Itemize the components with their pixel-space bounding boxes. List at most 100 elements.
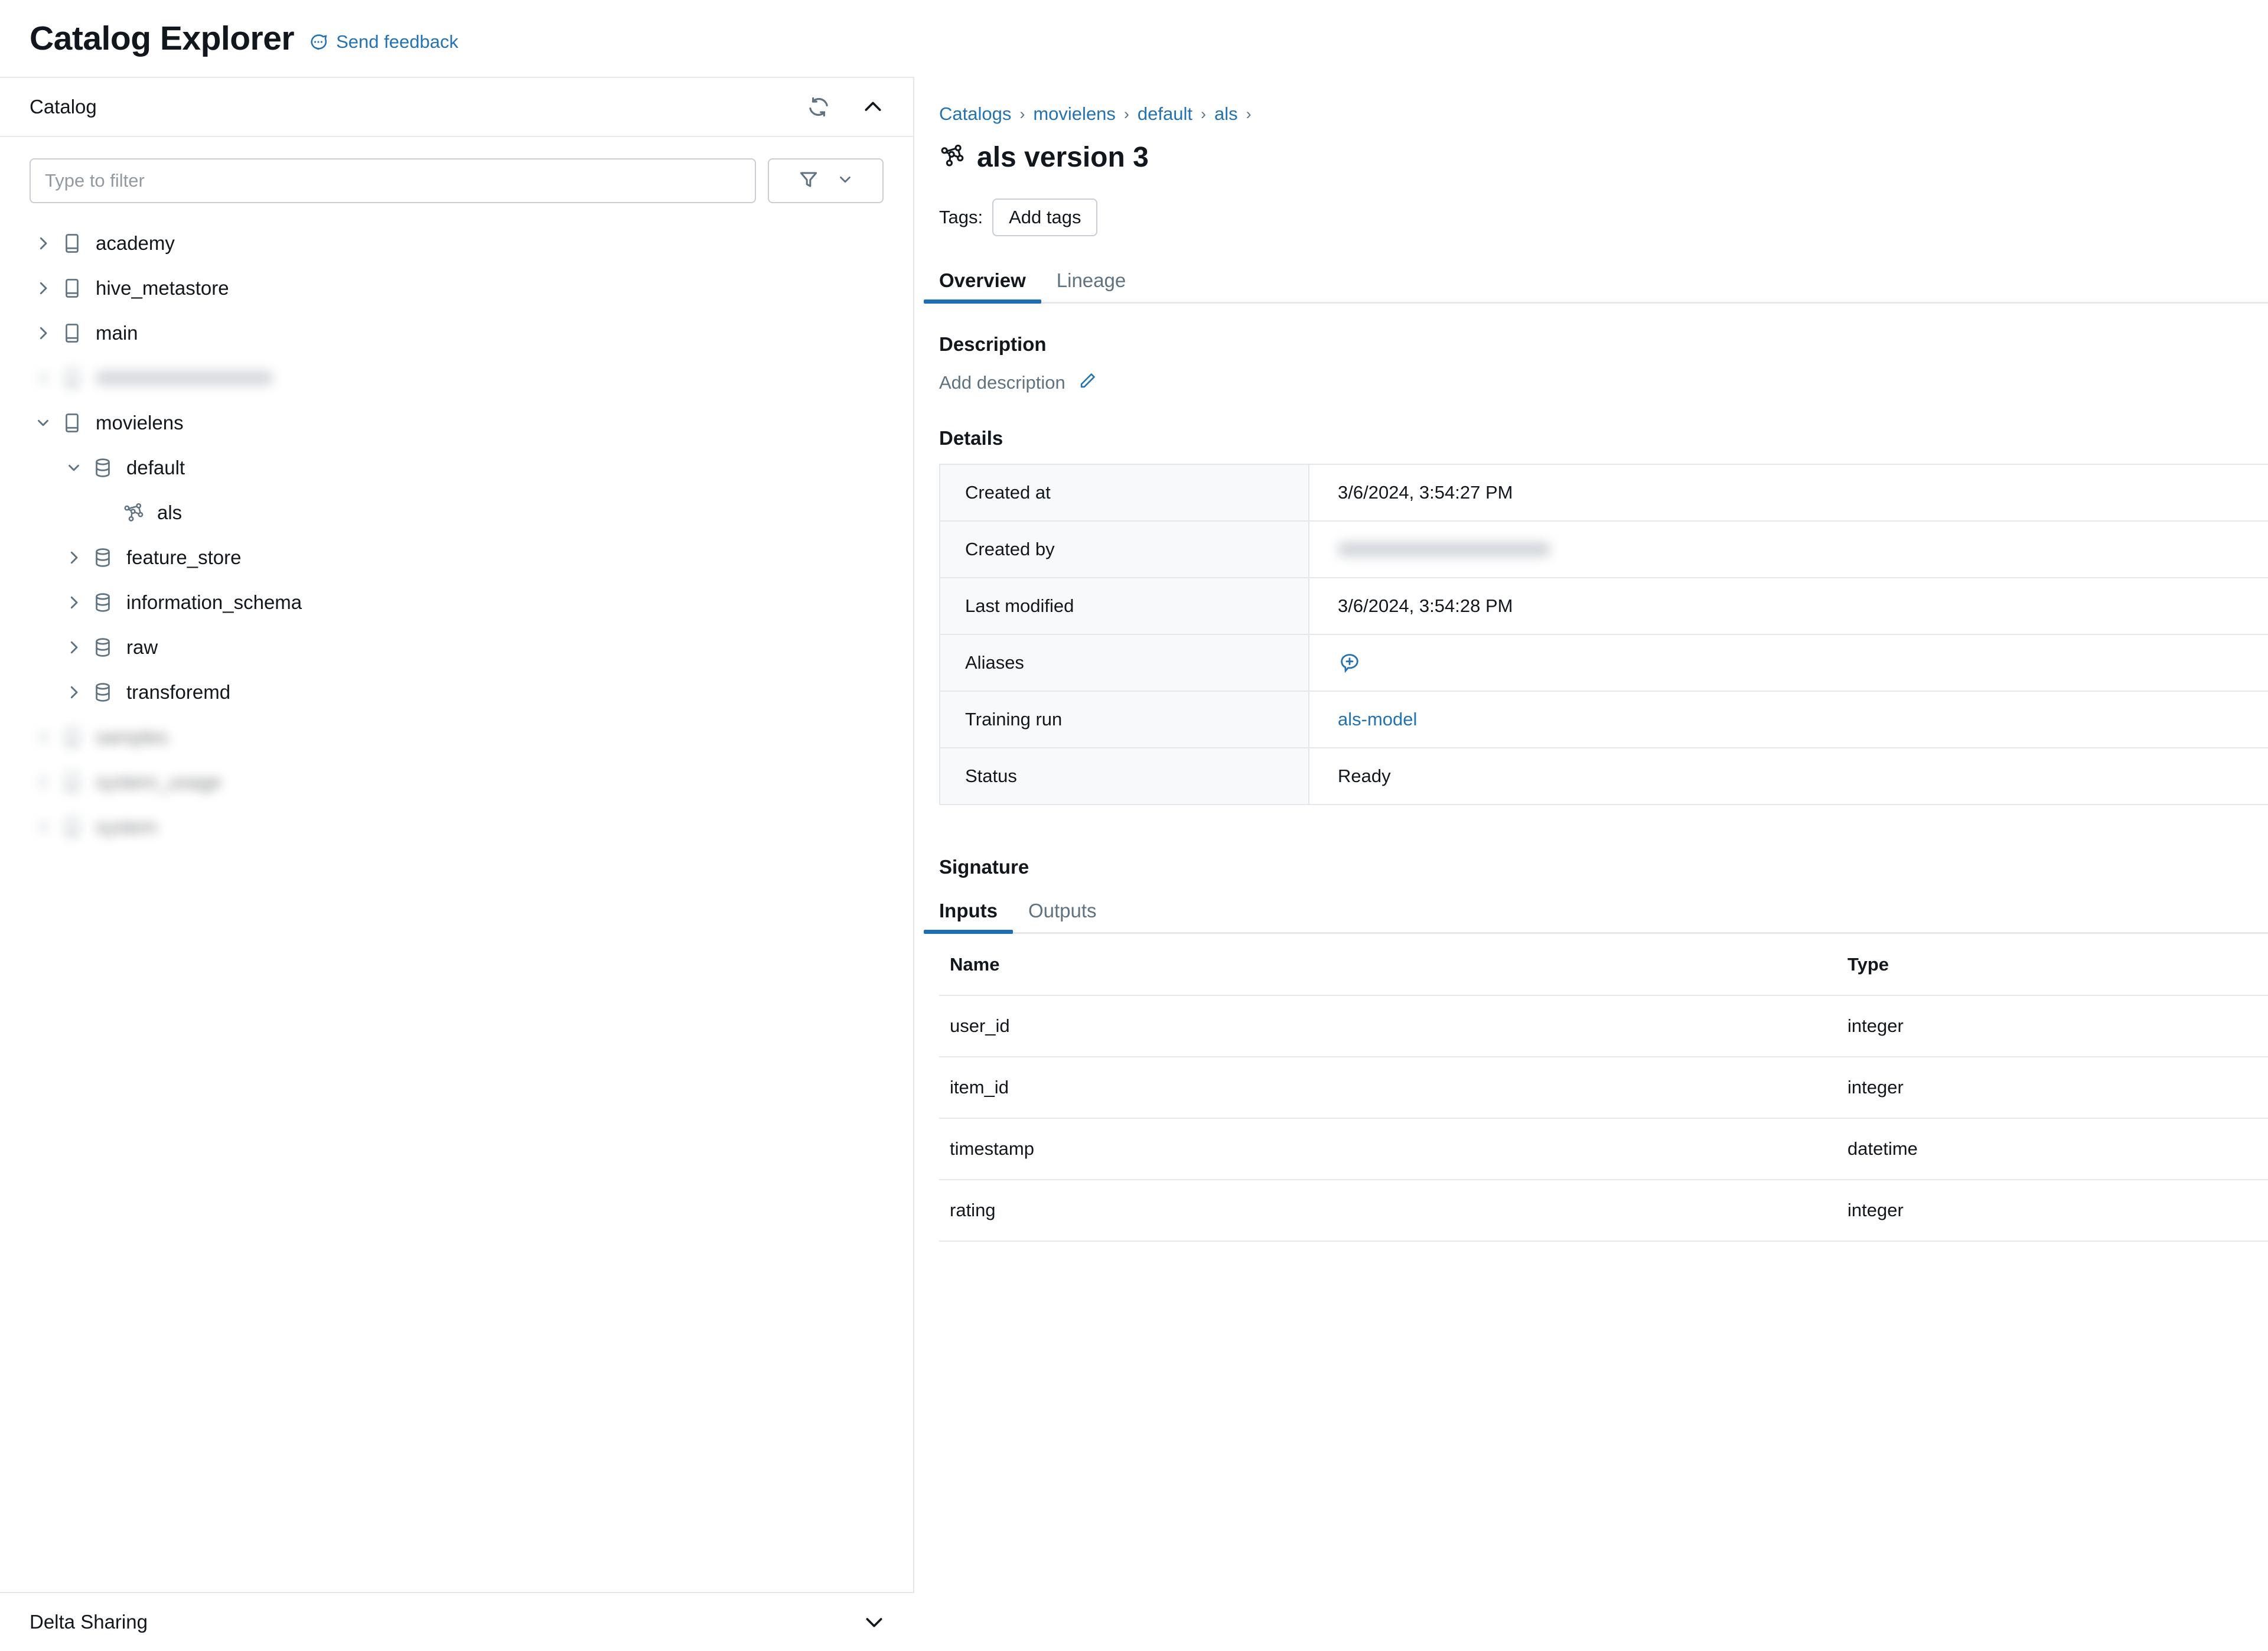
breadcrumb-link[interactable]: default [1138, 103, 1192, 125]
details-row: Created by [940, 521, 2268, 578]
chevron-right-icon[interactable] [30, 773, 57, 791]
delta-sharing-section[interactable]: Delta Sharing [0, 1592, 914, 1651]
tree-item-label: transforemd [126, 681, 230, 704]
chevron-down-icon[interactable] [862, 1610, 886, 1634]
tree-item[interactable]: transforemd [0, 670, 913, 715]
refresh-icon[interactable] [807, 95, 830, 119]
add-alias-bubble-icon[interactable] [1338, 651, 2268, 675]
breadcrumb-link[interactable]: Catalogs [939, 103, 1011, 125]
chevron-down-icon[interactable] [30, 414, 57, 432]
chevron-down-icon[interactable] [60, 459, 87, 477]
tree-item[interactable]: als [0, 490, 913, 535]
chevron-right-icon[interactable] [60, 639, 87, 656]
chevron-down-icon [836, 171, 854, 191]
tree-item[interactable]: samples [0, 715, 913, 760]
breadcrumb-link[interactable]: movielens [1033, 103, 1116, 125]
add-alias-bubble-icon [1338, 651, 1361, 675]
tree-item[interactable]: system_usage [0, 760, 913, 805]
table-header-row: Name Type [939, 934, 2268, 995]
tree-item[interactable]: feature_store [0, 535, 913, 580]
sidebar-header: Catalog [0, 78, 913, 137]
breadcrumb-separator: › [1201, 105, 1206, 123]
send-feedback-label: Send feedback [336, 31, 458, 53]
tree-item[interactable]: hive_metastore [0, 266, 913, 311]
chevron-right-icon[interactable] [60, 594, 87, 611]
filter-row [0, 137, 913, 203]
tree-item-label: system [96, 816, 158, 838]
redacted-value [1338, 542, 1550, 557]
filter-button[interactable] [768, 158, 884, 203]
chevron-right-icon[interactable] [30, 369, 57, 387]
details-heading: Details [939, 427, 2268, 450]
tags-row: Tags: Add tags [939, 198, 2268, 236]
details-row-label: Last modified [940, 578, 1309, 634]
table-row: user_idinteger [939, 995, 2268, 1057]
chevron-right-icon[interactable] [30, 235, 57, 252]
table-row: timestampdatetime [939, 1118, 2268, 1180]
tree-item-label [96, 370, 273, 386]
signature-cell-name: rating [939, 1180, 1837, 1241]
tree-item-label: samples [96, 726, 168, 748]
catalog-explorer-app: Catalog Explorer Send feedback Catalog [0, 0, 2268, 1651]
chevron-right-icon[interactable] [30, 324, 57, 342]
sidebar-title: Catalog [30, 96, 807, 118]
signature-cell-type: integer [1837, 1057, 2268, 1118]
tree-item[interactable]: information_schema [0, 580, 913, 625]
tab-overview[interactable]: Overview [924, 269, 1041, 304]
chevron-right-icon[interactable] [30, 279, 57, 297]
details-row-value: 3/6/2024, 3:54:27 PM [1309, 464, 2268, 521]
catalog-icon [57, 367, 87, 389]
tree-item[interactable]: movielens [0, 400, 913, 445]
add-description-button[interactable]: Add description [939, 371, 2268, 394]
signature-tab-outputs[interactable]: Outputs [1013, 900, 1112, 934]
tree-item-label: movielens [96, 412, 184, 434]
catalog-icon [61, 322, 83, 344]
add-description-label: Add description [939, 372, 1065, 393]
tree-item[interactable]: main [0, 311, 913, 356]
details-row-value[interactable] [1309, 634, 2268, 691]
chevron-right-icon [65, 549, 83, 566]
tree-item-label: feature_store [126, 546, 241, 569]
chevron-right-icon[interactable] [30, 818, 57, 836]
column-header-type: Type [1837, 934, 2268, 995]
details-row-value[interactable]: als-model [1309, 691, 2268, 748]
schema-icon [87, 591, 118, 614]
breadcrumb-link[interactable]: als [1214, 103, 1238, 125]
tree-item-label: default [126, 457, 185, 479]
model-icon [122, 502, 145, 524]
schema-icon [92, 636, 114, 659]
catalog-sidebar: Catalog [0, 77, 914, 1651]
chevron-right-icon [34, 235, 52, 252]
tree-item[interactable] [0, 356, 913, 400]
catalog-icon [61, 816, 83, 838]
chevron-right-icon[interactable] [30, 728, 57, 746]
details-section: Details Created at3/6/2024, 3:54:27 PMCr… [939, 427, 2268, 805]
send-feedback-link[interactable]: Send feedback [308, 31, 458, 53]
signature-tab-inputs[interactable]: Inputs [924, 900, 1013, 934]
chevron-right-icon [34, 773, 52, 791]
catalog-icon [57, 277, 87, 299]
tree-item-label: system_usage [96, 771, 221, 793]
tree-item[interactable]: system [0, 805, 913, 849]
add-tags-button[interactable]: Add tags [992, 198, 1097, 236]
catalog-icon [61, 771, 83, 793]
breadcrumb-separator: › [1019, 105, 1025, 123]
main-tabs: OverviewLineage [939, 269, 2268, 304]
schema-icon [92, 457, 114, 479]
tree-item[interactable]: academy [0, 221, 913, 266]
schema-icon [87, 546, 118, 569]
details-row: StatusReady [940, 748, 2268, 805]
chevron-right-icon [34, 728, 52, 746]
pencil-icon [1077, 371, 1097, 394]
filter-input[interactable] [30, 158, 756, 203]
signature-cell-name: timestamp [939, 1118, 1837, 1180]
tree-item[interactable]: default [0, 445, 913, 490]
catalog-icon [57, 412, 87, 434]
details-row-label: Aliases [940, 634, 1309, 691]
training-run-link[interactable]: als-model [1338, 709, 1417, 730]
tab-lineage[interactable]: Lineage [1041, 269, 1141, 304]
chevron-right-icon[interactable] [60, 683, 87, 701]
chevron-right-icon[interactable] [60, 549, 87, 566]
tree-item[interactable]: raw [0, 625, 913, 670]
chevron-up-icon[interactable] [861, 95, 885, 119]
